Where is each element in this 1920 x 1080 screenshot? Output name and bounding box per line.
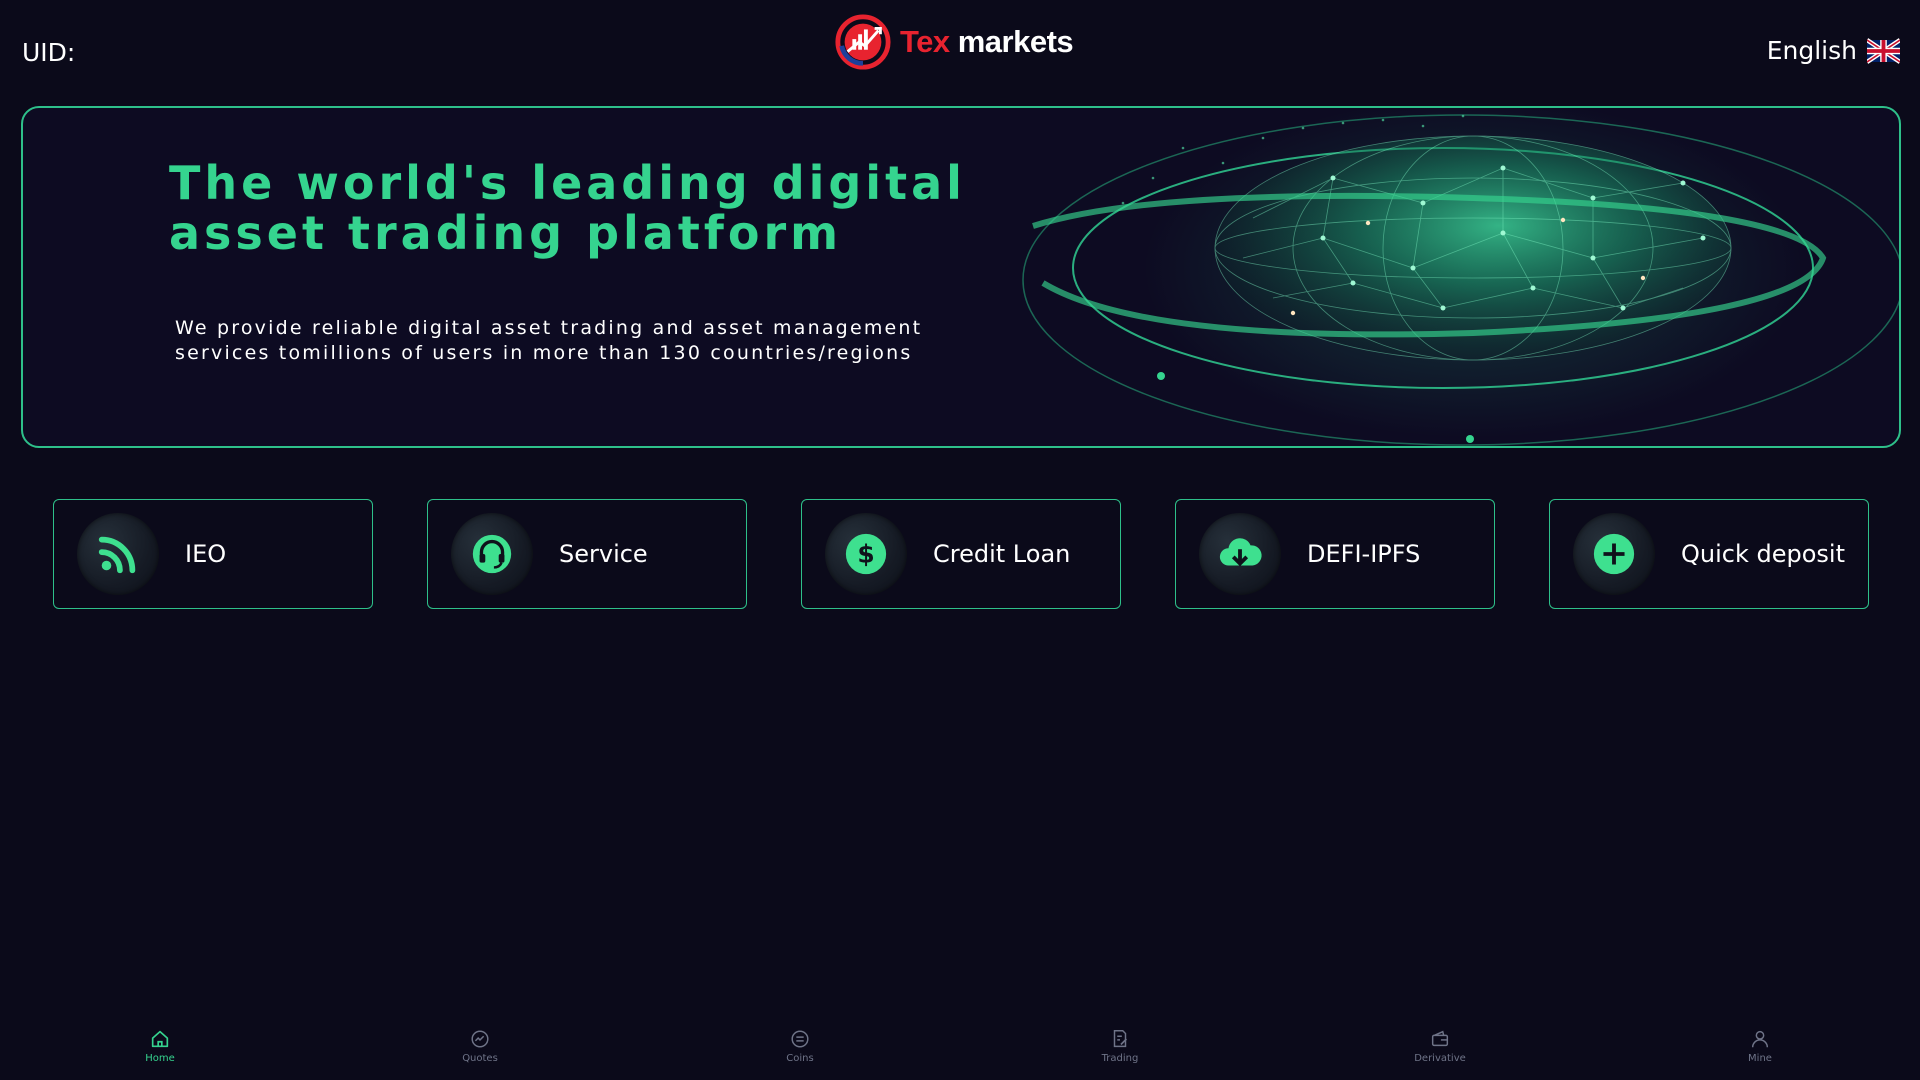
nav-label: Coins <box>786 1053 814 1064</box>
language-selector[interactable]: English <box>1767 36 1900 65</box>
tile-label: IEO <box>185 540 227 568</box>
tile-ieo[interactable]: IEO <box>53 499 373 609</box>
tile-label: DEFI-IPFS <box>1307 540 1421 568</box>
home-icon <box>151 1030 169 1048</box>
nav-coins[interactable]: Coins <box>760 1028 840 1064</box>
nav-label: Mine <box>1748 1053 1772 1064</box>
uid-label: UID: <box>22 38 76 67</box>
dollar-icon: $ <box>825 513 907 595</box>
top-header: UID: Tex markets English <box>0 0 1920 100</box>
uk-flag-icon <box>1867 37 1900 64</box>
tile-credit-loan[interactable]: $ Credit Loan <box>801 499 1121 609</box>
nav-label: Home <box>145 1053 175 1064</box>
home-page: UID: Tex markets English The world's lea… <box>0 0 1920 1080</box>
nav-label: Quotes <box>462 1053 498 1064</box>
cloud-download-icon <box>1199 513 1281 595</box>
hero-banner[interactable]: The world's leading digital asset tradin… <box>21 106 1901 448</box>
headset-icon <box>451 513 533 595</box>
rss-icon <box>77 513 159 595</box>
nav-quotes[interactable]: Quotes <box>440 1028 520 1064</box>
tile-quick-deposit[interactable]: Quick deposit <box>1549 499 1869 609</box>
svg-text:$: $ <box>857 540 874 569</box>
logo-mark-icon <box>835 14 891 70</box>
globe-illustration <box>1022 108 1899 446</box>
coin-icon <box>791 1030 809 1048</box>
banner-title: The world's leading digital asset tradin… <box>169 156 966 260</box>
tile-label: Service <box>559 540 648 568</box>
wallet-icon <box>1431 1030 1449 1047</box>
chart-circle-icon <box>471 1030 489 1048</box>
plus-circle-icon <box>1573 513 1655 595</box>
tile-label: Quick deposit <box>1681 540 1845 568</box>
nav-home[interactable]: Home <box>120 1028 200 1064</box>
logo-text-red: Tex <box>900 24 950 59</box>
nav-mine[interactable]: Mine <box>1720 1028 1800 1064</box>
banner-subtitle: We provide reliable digital asset tradin… <box>175 317 923 364</box>
logo-text: Tex markets <box>900 24 1074 60</box>
tile-service[interactable]: Service <box>427 499 747 609</box>
tile-label: Credit Loan <box>933 540 1071 568</box>
tile-defi-ipfs[interactable]: DEFI-IPFS <box>1175 499 1495 609</box>
bottom-nav: Home Quotes Coins Trading Derivative Min… <box>0 1020 1920 1080</box>
nav-derivative[interactable]: Derivative <box>1400 1028 1480 1064</box>
nav-label: Trading <box>1101 1053 1139 1064</box>
nav-trading[interactable]: Trading <box>1080 1028 1160 1064</box>
language-label: English <box>1766 36 1857 65</box>
logo-text-white: markets <box>949 24 1074 59</box>
user-icon <box>1751 1030 1769 1048</box>
brand-logo[interactable]: Tex markets <box>834 12 1074 72</box>
quick-links: IEO Service $ Credit Loan DEFI-IPFS Quic… <box>53 499 1869 609</box>
nav-label: Derivative <box>1414 1053 1466 1064</box>
document-edit-icon <box>1113 1030 1128 1048</box>
